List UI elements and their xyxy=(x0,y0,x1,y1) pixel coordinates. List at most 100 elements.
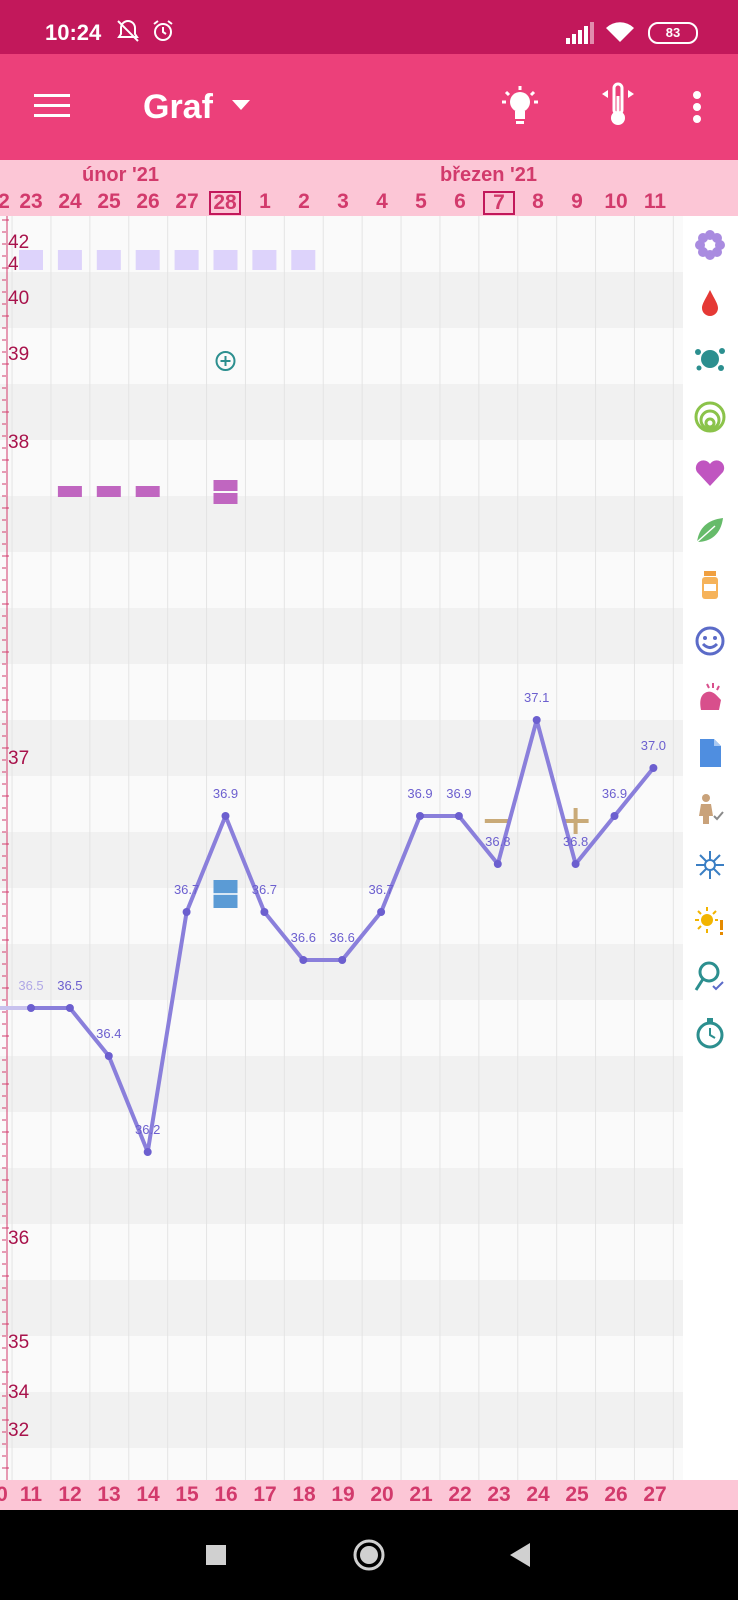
cycle-day: 11 xyxy=(19,1483,43,1506)
temperature-point[interactable] xyxy=(65,1004,74,1012)
date-day-today-feb[interactable]: 28 xyxy=(209,191,241,215)
cycle-day: 19 xyxy=(331,1483,355,1506)
leaf-icon[interactable] xyxy=(693,512,727,546)
chart-band xyxy=(0,1224,683,1280)
date-day[interactable]: 1 xyxy=(247,190,283,214)
stopwatch-icon[interactable] xyxy=(693,1016,727,1050)
lavender-square-marker[interactable] xyxy=(19,250,43,270)
temperature-point[interactable] xyxy=(532,716,541,724)
splash-icon[interactable] xyxy=(693,342,727,376)
wifi-icon xyxy=(606,22,634,42)
y-label-34: 34 xyxy=(8,1382,30,1403)
cycle-day: 21 xyxy=(409,1483,433,1506)
date-day[interactable]: 6 xyxy=(442,190,478,214)
recents-button[interactable] xyxy=(205,1544,227,1566)
cycle-day: 13 xyxy=(97,1483,121,1506)
chart-band xyxy=(0,1056,683,1112)
lavender-square-marker[interactable] xyxy=(135,250,160,270)
smiley-icon[interactable] xyxy=(693,624,727,658)
temperature-point[interactable] xyxy=(377,908,386,916)
flower-icon[interactable] xyxy=(693,228,727,262)
tips-lightbulb-icon[interactable] xyxy=(500,84,540,128)
purple-double-bar-marker[interactable] xyxy=(213,493,238,504)
date-day[interactable]: 11 xyxy=(637,190,673,214)
lavender-square-marker[interactable] xyxy=(96,250,121,270)
date-day[interactable]: 3 xyxy=(325,190,361,214)
magnifier-check-icon[interactable] xyxy=(693,960,727,994)
sun-alert-icon[interactable] xyxy=(693,904,727,938)
temperature-point[interactable] xyxy=(104,1052,113,1060)
chart-band xyxy=(0,664,683,720)
temperature-point[interactable] xyxy=(454,812,463,820)
temperature-label: 36.9 xyxy=(446,786,471,801)
date-day[interactable]: 8 xyxy=(520,190,556,214)
date-day[interactable]: 4 xyxy=(364,190,400,214)
app-bar: Graf xyxy=(0,54,738,160)
cycle-day: 12 xyxy=(58,1483,82,1506)
date-day[interactable]: 9 xyxy=(559,190,595,214)
temperature-point[interactable] xyxy=(416,812,424,820)
home-button[interactable] xyxy=(352,1538,386,1572)
thermometer-icon[interactable] xyxy=(600,82,636,128)
cycle-day: 14 xyxy=(136,1483,160,1506)
temperature-point[interactable] xyxy=(571,860,580,868)
purple-bar-marker[interactable] xyxy=(57,486,82,497)
page-title[interactable]: Graf xyxy=(143,88,213,127)
temperature-label: 36.9 xyxy=(213,786,238,801)
document-icon[interactable] xyxy=(693,736,727,770)
snowflake-icon[interactable] xyxy=(693,848,727,882)
status-time: 10:24 xyxy=(45,20,102,45)
chart-band xyxy=(0,496,683,552)
y-label-35: 35 xyxy=(8,1332,29,1353)
rings-icon[interactable] xyxy=(693,400,727,434)
minus-marker[interactable] xyxy=(484,819,511,823)
y-label-38: 38 xyxy=(8,432,29,453)
chart-band xyxy=(0,1392,683,1448)
temperature-point[interactable] xyxy=(493,860,502,868)
temperature-point[interactable] xyxy=(143,1148,152,1156)
menu-icon[interactable] xyxy=(34,92,70,120)
date-day[interactable]: 26 xyxy=(130,190,166,214)
temperature-point[interactable] xyxy=(182,908,191,916)
date-header: únor '21 březen '21 2 23 24 25 26 27 28 … xyxy=(0,160,738,216)
date-day[interactable]: 2 xyxy=(286,190,322,214)
drop-icon[interactable] xyxy=(693,286,727,320)
date-day[interactable]: 25 xyxy=(91,190,127,214)
lavender-square-marker[interactable] xyxy=(252,250,277,270)
date-day[interactable]: 27 xyxy=(169,190,205,214)
purple-double-bar-marker[interactable] xyxy=(213,480,238,491)
lavender-square-marker[interactable] xyxy=(213,250,238,270)
dropdown-arrow-icon[interactable] xyxy=(232,100,250,112)
temperature-point[interactable] xyxy=(649,764,658,772)
overflow-menu-icon[interactable] xyxy=(692,90,702,124)
temperature-label: 36.9 xyxy=(407,786,432,801)
lavender-square-marker[interactable] xyxy=(174,250,199,270)
temperature-point[interactable] xyxy=(338,956,347,964)
purple-bar-marker[interactable] xyxy=(135,486,160,497)
temperature-chart[interactable]: 42 41 40 39 38 37 36 35 34 32 36.5 36.536… xyxy=(0,216,683,1480)
temperature-point[interactable] xyxy=(299,956,308,964)
temperature-point[interactable] xyxy=(610,812,619,820)
y-label-39: 39 xyxy=(8,344,29,365)
date-day[interactable]: 10 xyxy=(598,190,634,214)
notifications-muted-icon xyxy=(117,19,139,42)
date-day[interactable]: 5 xyxy=(403,190,439,214)
lavender-square-marker[interactable] xyxy=(57,250,82,270)
purple-bar-marker[interactable] xyxy=(96,486,121,497)
cycle-day: 20 xyxy=(370,1483,394,1506)
cycle-day: 16 xyxy=(214,1483,238,1506)
back-button[interactable] xyxy=(508,1542,532,1568)
heart-icon[interactable] xyxy=(693,456,727,490)
pill-bottle-icon[interactable] xyxy=(693,568,727,602)
date-day-today-mar[interactable]: 7 xyxy=(483,191,515,215)
date-day[interactable]: 24 xyxy=(52,190,88,214)
temperature-label: 36.7 xyxy=(174,882,199,897)
hand-icon[interactable] xyxy=(693,680,727,714)
cycle-day: 23 xyxy=(487,1483,511,1506)
temperature-point[interactable] xyxy=(221,812,230,820)
temperature-point[interactable] xyxy=(260,908,269,916)
lavender-square-marker[interactable] xyxy=(291,250,316,270)
person-check-icon[interactable] xyxy=(693,792,727,826)
date-day[interactable]: 23 xyxy=(13,190,49,214)
temperature-point[interactable] xyxy=(27,1004,35,1012)
